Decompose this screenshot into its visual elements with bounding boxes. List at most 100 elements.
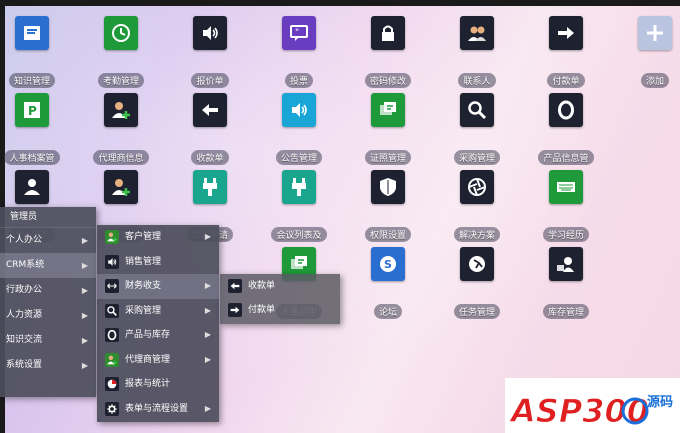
app-tile-2[interactable]: 考勤管理 xyxy=(91,16,151,88)
app-tile-label: 投票 xyxy=(284,73,313,88)
menu-item-5[interactable]: 知识交流 ▶ xyxy=(0,328,96,353)
app-tile-24[interactable]: 任务管理 xyxy=(447,247,507,319)
app-tile-8[interactable]: 添加 xyxy=(625,16,680,88)
app-tile-12[interactable]: 公告管理 xyxy=(269,93,329,165)
chevron-right-icon: ▶ xyxy=(81,261,88,270)
menu-item-6[interactable]: 系统设置 ▶ xyxy=(0,353,96,378)
logo-graphic: ASP300 源码 xyxy=(508,392,674,431)
submenu-item-8[interactable]: 表单与流程设置 ▶ xyxy=(97,397,219,422)
user-add-icon xyxy=(104,170,138,204)
arrow-right-icon xyxy=(549,16,583,50)
magnifier-icon xyxy=(460,93,494,127)
menu-item-label: 系统设置 xyxy=(6,360,43,370)
app-tile-label: 证照管理 xyxy=(364,150,411,165)
app-tile-label: 收款单 xyxy=(191,150,229,165)
chevron-right-icon: ▶ xyxy=(204,305,211,315)
app-tile-14[interactable]: 采购管理 xyxy=(447,93,507,165)
submenu-item-6[interactable]: 代理商管理 ▶ xyxy=(97,348,219,373)
submenu-item-label: 财务收支 xyxy=(125,281,162,291)
app-tile-label: 知识管理 xyxy=(8,73,55,88)
opera-icon xyxy=(105,328,119,343)
app-tile-21[interactable]: 解决方案 xyxy=(447,170,507,242)
chevron-right-icon: ▶ xyxy=(81,311,88,320)
chevron-right-icon: ▶ xyxy=(204,232,211,241)
chevron-right-icon: ▶ xyxy=(81,286,88,295)
app-tile-23[interactable]: S 论坛 xyxy=(358,247,418,319)
magnifier-icon xyxy=(105,303,119,318)
svg-text:P: P xyxy=(28,104,37,118)
submenu-item-label: 产品与库存 xyxy=(125,330,171,340)
finance-item-1[interactable]: 收款单 xyxy=(220,274,340,298)
speaker-icon xyxy=(282,93,316,127)
app-tile-15[interactable]: 产品信息管 xyxy=(536,93,596,165)
app-tile-10[interactable]: 代理商信息 xyxy=(91,93,151,165)
app-tile-label: 报价单 xyxy=(191,73,229,88)
finance-submenu: 收款单 付款单 xyxy=(220,274,340,324)
user-screen-icon xyxy=(549,247,583,281)
finance-item-label: 付款单 xyxy=(248,305,276,315)
app-tile-4[interactable]: " 投票 xyxy=(269,16,329,88)
user-add-icon xyxy=(105,352,119,367)
menu-item-label: CRM系统 xyxy=(6,260,45,270)
app-tile-label: 代理商信息 xyxy=(93,150,149,165)
submenu-item-2[interactable]: 销售管理 xyxy=(97,250,219,275)
app-tile-20[interactable]: 权限设置 xyxy=(358,170,418,242)
gear-icon xyxy=(105,401,119,416)
lock-icon xyxy=(371,16,405,50)
user-icon xyxy=(15,170,49,204)
app-tile-6[interactable]: 联系人 xyxy=(447,16,507,88)
app-tile-label: 库存管理 xyxy=(542,304,589,319)
arrow-left-icon xyxy=(193,93,227,127)
submenu-item-3[interactable]: 财务收支 ▶ xyxy=(97,274,219,299)
app-tile-5[interactable]: 密码修改 xyxy=(358,16,418,88)
arrow-right-icon xyxy=(228,303,242,317)
chevron-right-icon: ▶ xyxy=(204,354,211,364)
app-tile-label: 付款单 xyxy=(547,73,585,88)
app-tile-22[interactable]: 学习经历 xyxy=(536,170,596,242)
runner-icon xyxy=(460,247,494,281)
app-tile-9[interactable]: P 人事档案管 xyxy=(2,93,62,165)
app-tile-1[interactable]: 知识管理 xyxy=(2,16,62,88)
menu-item-label: 人力资源 xyxy=(6,310,43,320)
menu-item-4[interactable]: 人力资源 ▶ xyxy=(0,303,96,328)
book-icon xyxy=(15,16,49,50)
asp300-logo: ASP300 源码 xyxy=(505,378,680,433)
submenu-item-4[interactable]: 采购管理 ▶ xyxy=(97,299,219,324)
app-tile-label: 采购管理 xyxy=(453,150,500,165)
skype-icon: S xyxy=(371,247,405,281)
chevron-right-icon: ▶ xyxy=(204,403,211,413)
svg-text:": " xyxy=(295,28,299,38)
plus-icon xyxy=(638,16,672,50)
start-menu: 管理员 个人办公 ▶ CRM系统 ▶ 行政办公 ▶ 人力资源 ▶ 知识交流 ▶ 系统设置 ▶ xyxy=(0,207,96,397)
pie-icon xyxy=(105,377,119,392)
finance-item-2[interactable]: 付款单 xyxy=(220,298,340,322)
submenu-item-5[interactable]: 产品与库存 ▶ xyxy=(97,323,219,348)
app-tile-label: 公告管理 xyxy=(275,150,322,165)
logo-suffix: 源码 xyxy=(647,394,673,410)
menu-item-1[interactable]: 个人办公 ▶ xyxy=(0,228,96,253)
cards-icon xyxy=(371,93,405,127)
submenu-item-1[interactable]: 客户管理 ▶ xyxy=(97,225,219,250)
app-tile-label: 产品信息管 xyxy=(538,150,594,165)
menu-item-3[interactable]: 行政办公 ▶ xyxy=(0,278,96,303)
app-tile-label: 解决方案 xyxy=(453,227,500,242)
menu-item-2[interactable]: CRM系统 ▶ xyxy=(0,253,96,278)
app-tile-label: 密码修改 xyxy=(364,73,411,88)
transfer-icon xyxy=(105,279,119,294)
app-tile-3[interactable]: 报价单 xyxy=(180,16,240,88)
app-tile-25[interactable]: 库存管理 xyxy=(536,247,596,319)
window-frame-top xyxy=(0,0,680,6)
app-tile-11[interactable]: 收款单 xyxy=(180,93,240,165)
app-tile-7[interactable]: 付款单 xyxy=(536,16,596,88)
submenu-item-7[interactable]: 报表与统计 xyxy=(97,372,219,397)
app-tile-19[interactable]: 会议列表及 xyxy=(269,170,329,242)
finance-item-label: 收款单 xyxy=(248,281,276,291)
speaker-icon xyxy=(105,254,119,269)
user-add-icon xyxy=(105,230,119,245)
app-tile-label: 联系人 xyxy=(458,73,496,88)
app-tile-label: 会议列表及 xyxy=(271,227,327,242)
submenu-item-label: 销售管理 xyxy=(125,256,162,267)
crm-submenu: 客户管理 ▶ 销售管理 财务收支 ▶ 采购管理 ▶ 产品与库存 ▶ 代理商管理 ▶ 报表与统计 表单与流… xyxy=(97,225,219,422)
keyboard-icon xyxy=(549,170,583,204)
app-tile-13[interactable]: 证照管理 xyxy=(358,93,418,165)
